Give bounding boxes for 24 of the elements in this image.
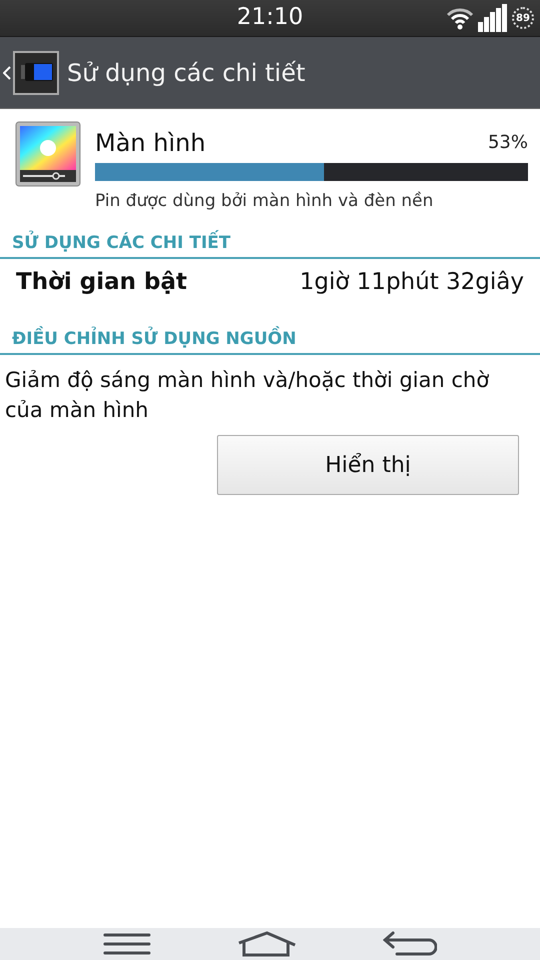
display-icon xyxy=(15,121,81,187)
usage-name: Màn hình xyxy=(95,129,206,157)
section-header: ĐIỀU CHỈNH SỬ DỤNG NGUỒN xyxy=(0,309,540,355)
menu-button[interactable] xyxy=(103,932,151,956)
back-button[interactable] xyxy=(383,931,437,957)
screen-title: Sử dụng các chi tiết xyxy=(67,58,306,86)
section-header: SỬ DỤNG CÁC CHI TIẾT xyxy=(0,213,540,259)
detail-label: Thời gian bật xyxy=(16,269,187,295)
back-button[interactable] xyxy=(0,50,59,94)
detail-value: 1giờ 11phút 32giây xyxy=(300,269,524,295)
home-button[interactable] xyxy=(237,931,297,957)
signal-icon xyxy=(478,4,508,32)
battery-icon xyxy=(13,50,59,94)
clock: 21:10 xyxy=(236,4,304,30)
wifi-icon xyxy=(446,6,474,30)
back-icon xyxy=(383,931,437,957)
battery-level: 89 xyxy=(512,7,534,29)
display-button[interactable]: Hiển thị xyxy=(217,435,519,495)
menu-icon xyxy=(103,932,151,956)
tip-text: Giảm độ sáng màn hình và/hoặc thời gian chờ của màn hình xyxy=(4,367,490,424)
home-icon xyxy=(237,931,297,957)
usage-percent: 53% xyxy=(488,132,528,153)
back-icon xyxy=(3,66,11,80)
usage-description: Pin được dùng bởi màn hình và đèn nền xyxy=(95,191,434,211)
